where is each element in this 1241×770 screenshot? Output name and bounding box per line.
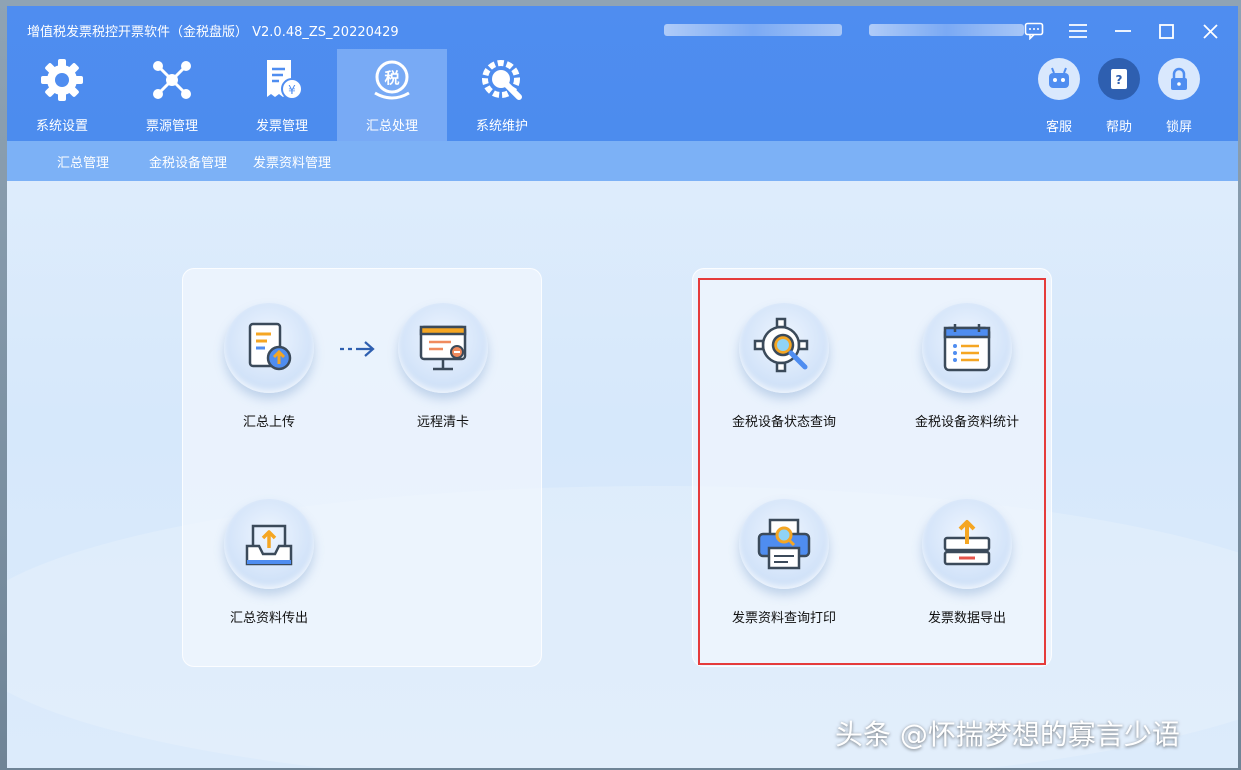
tab-label: 系统设置	[35, 119, 88, 134]
tab-label: 系统维护	[475, 119, 528, 134]
app-window: 增值税发票税控开票软件（金税盘版） V2.0.48_ZS_20220429 系统…	[7, 6, 1238, 768]
summary-data-export-button[interactable]: 汇总资料传出	[194, 499, 344, 626]
invoice-query-print-button[interactable]: 发票资料查询打印	[709, 499, 859, 626]
submenu-item-invoice-data-management[interactable]: 发票资料管理	[253, 152, 331, 171]
tab-ticket-source[interactable]: 票源管理	[117, 49, 227, 141]
summary-upload-button[interactable]: 汇总上传	[194, 303, 344, 430]
tax-icon: 税	[367, 55, 417, 105]
printer-search-icon	[739, 499, 829, 589]
title-toolbar: 增值税发票税控开票软件（金税盘版） V2.0.48_ZS_20220429 系统…	[7, 6, 1238, 141]
function-label: 汇总上传	[242, 415, 295, 430]
tab-label: 发票管理	[255, 119, 308, 134]
invoice-data-export-button[interactable]: 发票数据导出	[892, 499, 1042, 626]
submenu-item-device-management[interactable]: 金税设备管理	[149, 152, 227, 171]
help-button[interactable]: ? 帮助	[1089, 58, 1149, 135]
customer-service-button[interactable]: 客服	[1029, 58, 1089, 135]
function-label: 发票资料查询打印	[731, 611, 836, 626]
tab-summary-processing[interactable]: 税 汇总处理	[337, 49, 447, 141]
tab-system-maintenance[interactable]: 系统维护	[447, 49, 557, 141]
invoice-icon: ¥	[257, 55, 307, 105]
blurred-taxpayer-info	[664, 24, 842, 36]
gear-search-icon	[739, 303, 829, 393]
lock-screen-button[interactable]: 锁屏	[1149, 58, 1209, 135]
button-label: 客服	[1045, 120, 1072, 135]
robot-icon	[1038, 58, 1080, 100]
remote-monitor-icon	[398, 303, 488, 393]
function-label: 金税设备状态查询	[731, 415, 836, 430]
svg-text:?: ?	[1116, 73, 1123, 87]
upload-document-icon	[224, 303, 314, 393]
blurred-user-info	[869, 24, 1024, 36]
tab-label: 汇总处理	[365, 119, 418, 134]
submenu-item-summary-management[interactable]: 汇总管理	[57, 152, 109, 171]
function-label: 远程清卡	[416, 415, 469, 430]
message-icon[interactable]	[1021, 18, 1047, 44]
maximize-icon[interactable]	[1153, 18, 1179, 44]
tray-upload-icon	[224, 499, 314, 589]
function-label: 金税设备资料统计	[914, 415, 1019, 430]
svg-text:税: 税	[384, 69, 399, 87]
tab-system-settings[interactable]: 系统设置	[7, 49, 117, 141]
network-icon	[147, 55, 197, 105]
export-icon	[922, 499, 1012, 589]
lock-icon	[1158, 58, 1200, 100]
button-label: 帮助	[1105, 120, 1132, 135]
submenu-bar: 汇总管理 金税设备管理 发票资料管理	[7, 141, 1238, 181]
help-book-icon: ?	[1098, 58, 1140, 100]
calendar-list-icon	[922, 303, 1012, 393]
minimize-icon[interactable]	[1110, 18, 1136, 44]
function-label: 发票数据导出	[927, 611, 1006, 626]
tab-invoice-management[interactable]: ¥ 发票管理	[227, 49, 337, 141]
device-status-query-button[interactable]: 金税设备状态查询	[709, 303, 859, 430]
function-label: 汇总资料传出	[229, 611, 308, 626]
tab-label: 票源管理	[145, 119, 198, 134]
watermark-text: 头条 @怀揣梦想的寡言少语	[835, 718, 1180, 751]
main-tabs: 系统设置 票源管理 ¥ 发票管理 税 汇总处理 系统维护	[7, 49, 557, 141]
button-label: 锁屏	[1165, 120, 1192, 135]
close-icon[interactable]	[1197, 18, 1223, 44]
device-data-statistics-button[interactable]: 金税设备资料统计	[892, 303, 1042, 430]
gear-icon	[37, 55, 87, 105]
window-title: 增值税发票税控开票软件（金税盘版） V2.0.48_ZS_20220429	[27, 25, 399, 40]
remote-clear-card-button[interactable]: 远程清卡	[368, 303, 518, 430]
wrench-gear-icon	[477, 55, 527, 105]
menu-icon[interactable]	[1065, 18, 1091, 44]
svg-text:¥: ¥	[288, 83, 296, 97]
